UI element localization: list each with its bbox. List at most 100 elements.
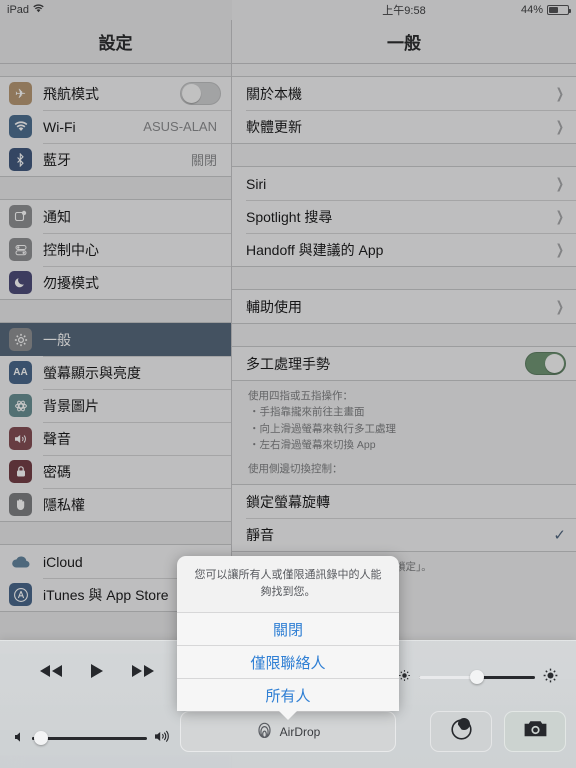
chevron-right-icon: ❯ (556, 175, 565, 191)
device-name-label: iPad (7, 4, 30, 16)
media-controls (38, 663, 156, 684)
content-row-label: 軟體更新 (246, 118, 302, 135)
sidebar-item-control-center[interactable]: 控制中心 (0, 233, 231, 266)
app-store-icon (9, 583, 32, 606)
content-group-siri: Siri ❯ Spotlight 搜尋 ❯ Handoff 與建議的 App ❯ (232, 166, 576, 267)
brightness-low-icon (398, 669, 411, 685)
brightness-handle (470, 670, 484, 684)
play-icon[interactable] (90, 663, 104, 684)
wifi-network-value: ASUS-ALAN (143, 119, 217, 134)
chevron-right-icon: ❯ (556, 118, 565, 134)
multitasking-footer: 使用四指或五指操作： ・手指靠攏來前往主畫面 ・向上滑過螢幕來執行多工處理 ・左… (232, 381, 576, 480)
sidebar-item-airplane-mode[interactable]: ✈ 飛航模式 (0, 77, 231, 110)
content-row-label: 多工處理手勢 (246, 355, 330, 372)
sidebar-item-label: 背景圖片 (43, 397, 99, 414)
sidebar-item-wifi[interactable]: Wi-Fi ASUS-ALAN (0, 110, 231, 143)
footer-heading: 使用四指或五指操作： (248, 390, 353, 402)
chevron-right-icon: ❯ (556, 241, 565, 257)
status-bar-left: iPad (0, 4, 44, 16)
brightness-fill (419, 675, 477, 679)
wallpaper-icon (9, 394, 32, 417)
brightness-high-icon (543, 668, 558, 686)
wifi-icon (9, 115, 32, 138)
camera-button[interactable] (504, 711, 566, 752)
volume-low-icon (14, 731, 25, 746)
popover-arrow (278, 710, 298, 720)
content-row-spotlight[interactable]: Spotlight 搜尋 ❯ (232, 200, 576, 233)
sidebar-item-label: 勿擾模式 (43, 274, 99, 291)
sidebar-item-label: 一般 (43, 331, 71, 348)
volume-slider[interactable] (14, 730, 174, 746)
content-group-multitasking: 多工處理手勢 (232, 346, 576, 381)
bluetooth-icon (9, 148, 32, 171)
content-group-side-switch: 鎖定螢幕旋轉 靜音 ✓ (232, 484, 576, 553)
wifi-icon (33, 4, 44, 16)
airdrop-label: AirDrop (279, 724, 321, 739)
content-row-label: Handoff 與建議的 App (246, 241, 384, 258)
content-row-accessibility[interactable]: 輔助使用 ❯ (232, 290, 576, 323)
airplane-mode-toggle[interactable] (180, 82, 221, 105)
sidebar-group-system: 一般 AA 螢幕顯示與亮度 背景圖片 聲音 密碼 隱私權 (0, 322, 231, 522)
sidebar-item-general[interactable]: 一般 (0, 323, 231, 356)
content-row-lock-rotation[interactable]: 鎖定螢幕旋轉 (232, 485, 576, 519)
multitasking-gestures-toggle[interactable] (525, 352, 566, 375)
content-group-accessibility: 輔助使用 ❯ (232, 289, 576, 324)
content-row-label: 鎖定螢幕旋轉 (246, 493, 330, 510)
sidebar-item-passcode[interactable]: 密碼 (0, 455, 231, 488)
airdrop-option-everyone[interactable]: 所有人 (177, 678, 399, 711)
sidebar-item-display-brightness[interactable]: AA 螢幕顯示與亮度 (0, 356, 231, 389)
sidebar-item-do-not-disturb[interactable]: 勿擾模式 (0, 266, 231, 299)
chevron-right-icon: ❯ (556, 85, 565, 101)
sidebar-item-label: Wi-Fi (43, 118, 76, 135)
footer-bullet: ・向上滑過螢幕來執行多工處理 (249, 422, 396, 435)
sidebar-item-bluetooth[interactable]: 藍牙 關閉 (0, 143, 231, 176)
sidebar-item-label: 隱私權 (43, 496, 85, 513)
volume-high-icon (154, 730, 174, 746)
airplane-icon: ✈ (9, 82, 32, 105)
moon-icon (9, 271, 32, 294)
camera-icon (523, 719, 548, 744)
content-row-siri[interactable]: Siri ❯ (232, 167, 576, 200)
sidebar-item-label: 密碼 (43, 463, 71, 480)
display-brightness-icon: AA (9, 361, 32, 384)
airdrop-popover: 您可以讓所有人或僅限通訊錄中的人能夠找到您。 關閉 僅限聯絡人 所有人 (177, 556, 399, 720)
content-row-handoff[interactable]: Handoff 與建議的 App ❯ (232, 233, 576, 266)
footer-trailing: 使用側邊切換控制： (248, 463, 343, 476)
sidebar-item-label: 控制中心 (43, 241, 99, 258)
gear-icon (9, 328, 32, 351)
sound-icon (9, 427, 32, 450)
ipad-screen: iPad 設定 ✈ 飛航模式 Wi-Fi ASUS-ALAN 藍牙 關閉 通知 … (0, 0, 576, 768)
fast-forward-icon[interactable] (130, 664, 156, 683)
content-row-label: Spotlight 搜尋 (246, 208, 333, 225)
brightness-slider[interactable] (398, 668, 558, 686)
icloud-icon (9, 550, 32, 573)
status-bar-clock: 上午9:58 (382, 5, 426, 17)
sidebar-item-privacy[interactable]: 隱私權 (0, 488, 231, 521)
content-group-about: 關於本機 ❯ 軟體更新 ❯ (232, 76, 576, 144)
sidebar-item-wallpaper[interactable]: 背景圖片 (0, 389, 231, 422)
content-title: 一般 (232, 20, 576, 64)
sidebar-group-notifications: 通知 控制中心 勿擾模式 (0, 199, 231, 300)
sidebar-item-sounds[interactable]: 聲音 (0, 422, 231, 455)
timer-button[interactable] (430, 711, 492, 752)
privacy-hand-icon (9, 493, 32, 516)
content-row-mute[interactable]: 靜音 ✓ (232, 518, 576, 552)
chevron-right-icon: ❯ (556, 208, 565, 224)
sidebar-item-notifications[interactable]: 通知 (0, 200, 231, 233)
lock-icon (9, 460, 32, 483)
bluetooth-state-value: 關閉 (190, 153, 217, 168)
volume-handle (34, 731, 49, 745)
content-row-multitasking-gestures[interactable]: 多工處理手勢 (232, 347, 576, 380)
brightness-track[interactable] (419, 670, 535, 684)
chevron-right-icon: ❯ (556, 298, 565, 314)
content-row-software-update[interactable]: 軟體更新 ❯ (232, 110, 576, 143)
sidebar-group-connectivity: ✈ 飛航模式 Wi-Fi ASUS-ALAN 藍牙 關閉 (0, 76, 231, 177)
airdrop-option-contacts-only[interactable]: 僅限聯絡人 (177, 645, 399, 678)
volume-track[interactable] (32, 731, 147, 745)
content-row-about[interactable]: 關於本機 ❯ (232, 77, 576, 110)
status-bar: iPad (0, 0, 232, 20)
rewind-icon[interactable] (38, 664, 64, 683)
airdrop-option-off[interactable]: 關閉 (177, 612, 399, 645)
sidebar-item-label: 藍牙 (43, 151, 71, 168)
sidebar-item-label: 飛航模式 (43, 85, 99, 102)
